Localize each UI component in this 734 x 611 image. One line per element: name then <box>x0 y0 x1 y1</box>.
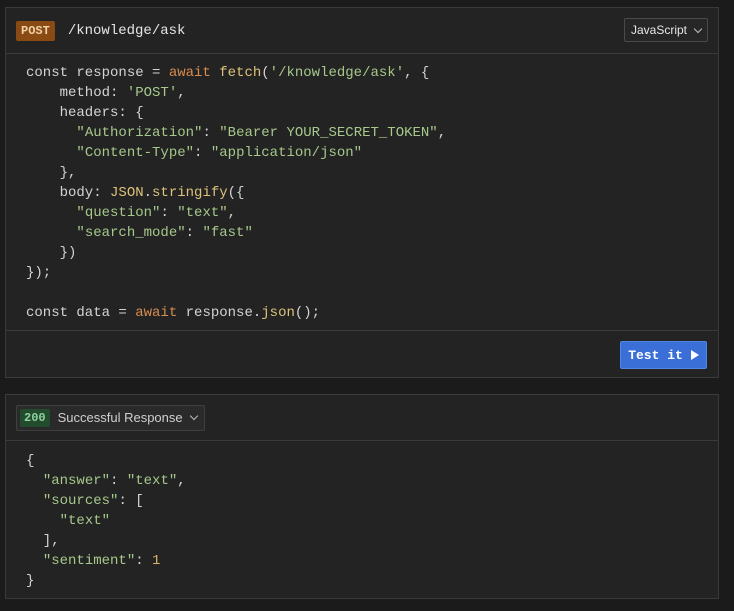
code-line: body: JSON.stringify({ <box>26 185 245 201</box>
response-header: 200 Successful Response <box>6 395 718 441</box>
chevron-down-icon <box>693 24 703 33</box>
play-icon <box>690 350 699 360</box>
response-code-block: { "answer": "text", "sources": [ "text" … <box>26 451 186 591</box>
code-line: "text" <box>59 513 111 529</box>
code-line: "sentiment": 1 <box>42 553 161 569</box>
request-panel: POST /knowledge/ask JavaScript const res… <box>5 7 719 378</box>
code-line: }, <box>26 165 77 181</box>
test-it-label: Test it <box>628 347 683 363</box>
test-it-button[interactable]: Test it <box>620 341 707 369</box>
code-line: }); <box>26 265 52 281</box>
code-line: headers: { <box>26 105 144 121</box>
status-text: Successful Response <box>57 410 183 425</box>
code-line: "answer": "text", <box>42 473 186 489</box>
endpoint-path: /knowledge/ask <box>67 22 186 39</box>
code-line: } <box>26 573 35 589</box>
code-line: "Authorization": "Bearer YOUR_SECRET_TOK… <box>76 125 447 141</box>
code-line: "question": "text", <box>76 205 237 221</box>
code-line: ], <box>26 533 60 549</box>
status-badge: 200 <box>20 408 50 427</box>
language-select-label: JavaScript <box>630 23 687 37</box>
code-line: "search_mode": "fast" <box>76 225 253 241</box>
method-badge: POST <box>16 20 55 41</box>
code-line: const response = await fetch('/knowledge… <box>26 65 430 81</box>
code-line: method: 'POST', <box>26 85 186 101</box>
request-code-block: const response = await fetch('/knowledge… <box>26 63 446 323</box>
response-panel: 200 Successful Response { "answer": "tex… <box>5 394 719 599</box>
chevron-down-icon <box>189 411 198 421</box>
language-select[interactable]: JavaScript <box>623 18 708 42</box>
request-footer: Test it <box>6 330 718 377</box>
code-line: "sources": [ <box>42 493 144 509</box>
code-line: "Content-Type": "application/json" <box>76 145 363 161</box>
code-line: { <box>26 453 35 469</box>
request-header: POST /knowledge/ask JavaScript <box>6 8 718 54</box>
response-status-select[interactable]: 200 Successful Response <box>16 404 205 431</box>
code-line: const data = await response.json(); <box>26 305 321 321</box>
code-line: }) <box>26 245 77 261</box>
